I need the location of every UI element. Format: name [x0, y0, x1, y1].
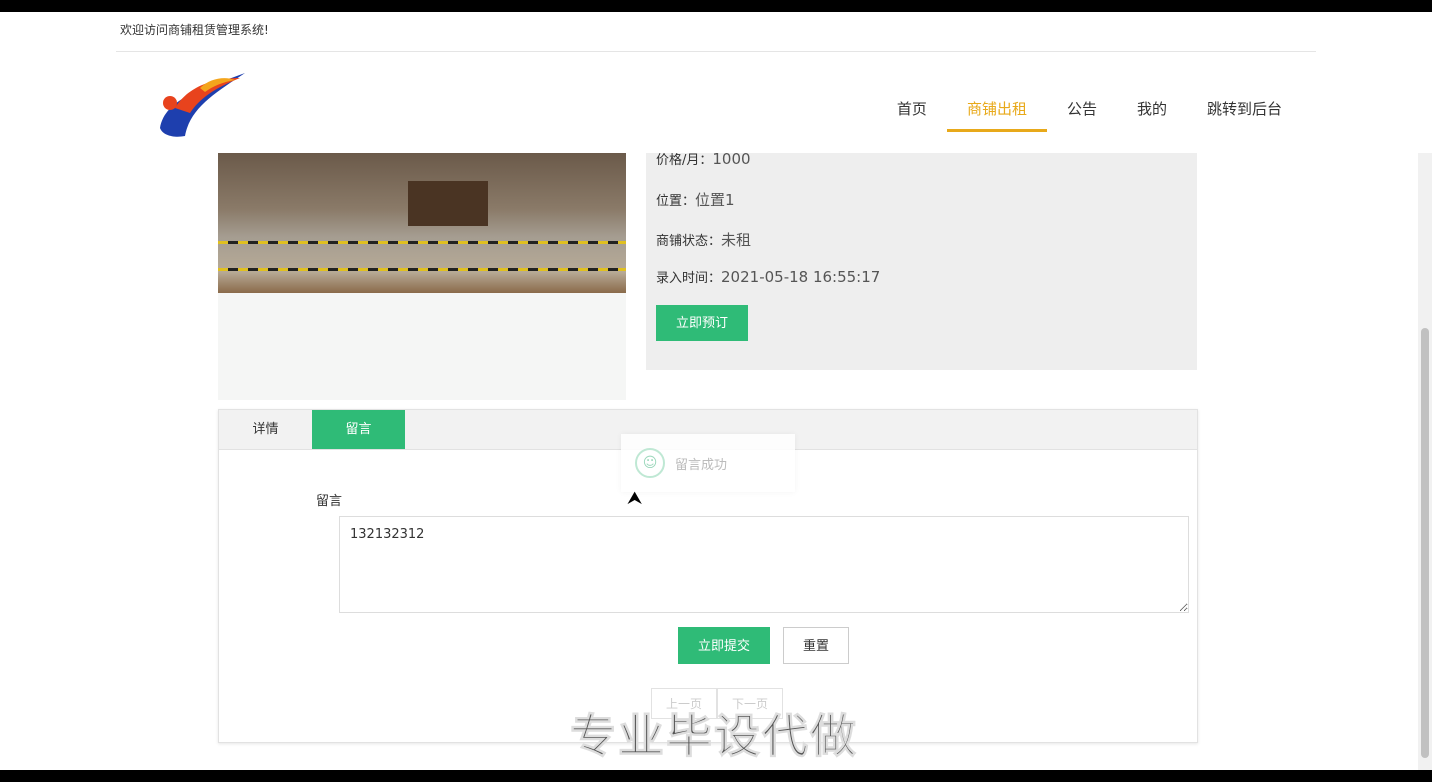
message-input[interactable]: 132132312: [339, 516, 1189, 613]
toast-text: 留言成功: [675, 457, 728, 473]
watermark: 专业毕设代做: [570, 709, 858, 764]
nav-admin[interactable]: 跳转到后台: [1187, 98, 1302, 132]
logo: [160, 73, 245, 137]
tab-message[interactable]: 留言: [312, 410, 405, 449]
submit-button[interactable]: 立即提交: [678, 627, 770, 664]
shop-photo: [218, 153, 626, 293]
scrollbar[interactable]: [1418, 153, 1432, 770]
time-row: 录入时间：2021-05-18 16:55:17: [656, 268, 881, 286]
nav-notice[interactable]: 公告: [1047, 98, 1117, 132]
cursor-icon: ⮝: [627, 488, 643, 509]
message-label: 留言: [316, 494, 343, 509]
divider: [116, 51, 1316, 52]
nav-mine[interactable]: 我的: [1117, 98, 1187, 132]
status-row: 商铺状态：未租: [656, 231, 752, 249]
welcome-text: 欢迎访问商铺租赁管理系统!: [120, 23, 269, 37]
scrollbar-thumb[interactable]: [1421, 328, 1429, 758]
tab-details[interactable]: 详情: [219, 410, 312, 449]
shop-image-box: [218, 153, 626, 400]
page: 欢迎访问商铺租赁管理系统! 首页 商铺出租 公告 我的 跳转到后台 价格/月：1…: [0, 12, 1432, 770]
toast-message: ☺ 留言成功: [621, 434, 795, 492]
book-now-button[interactable]: 立即预订: [656, 305, 748, 341]
shop-info: 价格/月：1000 位置：位置1 商铺状态：未租 录入时间：2021-05-18…: [646, 153, 1197, 370]
location-row: 位置：位置1: [656, 191, 735, 209]
price-row: 价格/月：1000: [656, 153, 751, 168]
reset-button[interactable]: 重置: [783, 627, 849, 664]
nav-shop-rent[interactable]: 商铺出租: [946, 98, 1047, 132]
main-nav: 首页 商铺出租 公告 我的 跳转到后台: [877, 98, 1302, 132]
nav-home[interactable]: 首页: [877, 98, 947, 132]
smile-icon: ☺: [635, 448, 665, 478]
